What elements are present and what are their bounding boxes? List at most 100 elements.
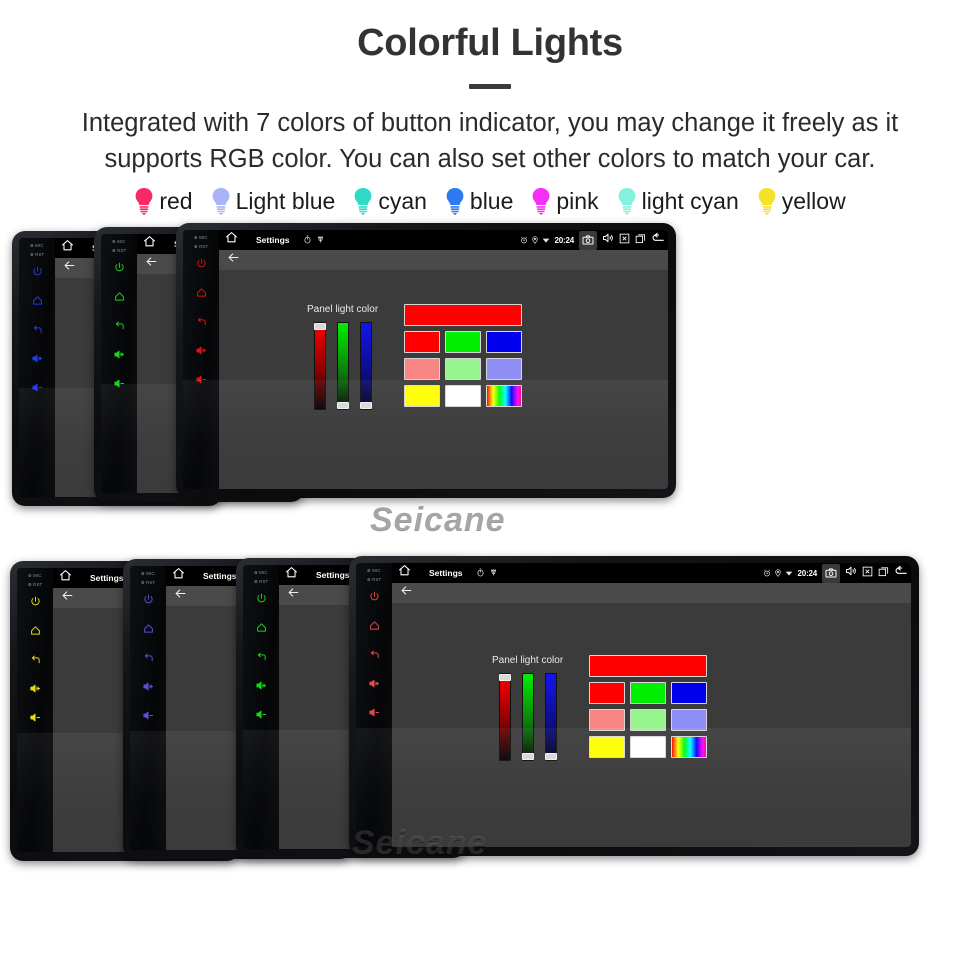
subbar-back-button[interactable] xyxy=(400,584,413,602)
rail-button-home-icon[interactable] xyxy=(143,621,154,639)
rail-button-power-icon[interactable] xyxy=(369,589,380,607)
color-swatch-1-0[interactable] xyxy=(404,358,441,381)
volume-down-icon[interactable] xyxy=(31,382,43,393)
close-box-icon[interactable] xyxy=(862,566,873,577)
back-arrow-icon[interactable] xyxy=(400,584,413,597)
volume-up-icon[interactable] xyxy=(368,678,380,689)
rail-button-volume-up-icon[interactable] xyxy=(113,347,125,365)
color-swatch-0-0[interactable] xyxy=(589,682,626,705)
volume-up-icon[interactable] xyxy=(31,353,43,364)
subbar-back-button[interactable] xyxy=(174,587,187,605)
statusbar-home-icon[interactable] xyxy=(59,569,72,587)
color-swatch-1-1[interactable] xyxy=(630,709,667,732)
back-icon[interactable] xyxy=(30,654,41,665)
rail-button-back-icon[interactable] xyxy=(256,649,267,667)
home-icon[interactable] xyxy=(59,569,72,582)
touch-screen[interactable]: Settings 20:24 xyxy=(392,563,911,848)
color-swatch-2-2[interactable] xyxy=(486,385,523,408)
blue-slider[interactable] xyxy=(544,673,557,762)
volume-up-icon[interactable] xyxy=(195,345,207,356)
blue-slider[interactable] xyxy=(359,322,372,411)
color-swatch-0-2[interactable] xyxy=(671,682,708,705)
statusbar-home-icon[interactable] xyxy=(225,231,238,249)
red-slider[interactable] xyxy=(313,322,326,411)
back-arrow-icon[interactable] xyxy=(651,231,665,245)
home-icon[interactable] xyxy=(256,622,267,633)
back-arrow-icon[interactable] xyxy=(61,589,74,602)
statusbar-camera-button[interactable] xyxy=(579,230,597,250)
statusbar-home-icon[interactable] xyxy=(285,566,298,584)
statusbar-close-button[interactable] xyxy=(619,231,630,249)
home-icon[interactable] xyxy=(285,566,298,579)
subbar-back-button[interactable] xyxy=(287,586,300,604)
recent-apps-icon[interactable] xyxy=(878,566,889,577)
color-swatch-1-0[interactable] xyxy=(589,709,626,732)
subbar-back-button[interactable] xyxy=(227,251,240,269)
red-slider-knob[interactable] xyxy=(313,323,326,331)
power-icon[interactable] xyxy=(114,262,125,273)
color-swatch-0-1[interactable] xyxy=(630,682,667,705)
back-icon[interactable] xyxy=(143,652,154,663)
rail-button-volume-down-icon[interactable] xyxy=(195,372,207,390)
power-icon[interactable] xyxy=(369,591,380,602)
back-arrow-icon[interactable] xyxy=(174,587,187,600)
home-icon[interactable] xyxy=(196,287,207,298)
rail-button-volume-up-icon[interactable] xyxy=(195,343,207,361)
rail-button-home-icon[interactable] xyxy=(30,623,41,641)
rail-button-volume-down-icon[interactable] xyxy=(255,707,267,725)
rail-button-back-icon[interactable] xyxy=(30,652,41,670)
close-box-icon[interactable] xyxy=(619,233,630,244)
color-swatch-2-1[interactable] xyxy=(630,736,667,759)
volume-down-icon[interactable] xyxy=(255,709,267,720)
red-slider-knob[interactable] xyxy=(498,674,511,682)
rail-button-home-icon[interactable] xyxy=(32,293,43,311)
statusbar-close-button[interactable] xyxy=(862,564,873,582)
statusbar-home-icon[interactable] xyxy=(61,239,74,257)
statusbar-recents-button[interactable] xyxy=(878,564,889,582)
subbar-back-button[interactable] xyxy=(61,589,74,607)
color-swatch-2-2[interactable] xyxy=(671,736,708,759)
color-swatch-0-2[interactable] xyxy=(486,331,523,354)
camera-icon[interactable] xyxy=(825,567,837,579)
statusbar-home-icon[interactable] xyxy=(143,235,156,253)
rail-button-volume-up-icon[interactable] xyxy=(142,679,154,697)
rail-button-volume-up-icon[interactable] xyxy=(368,676,380,694)
back-icon[interactable] xyxy=(369,649,380,660)
statusbar-back-button[interactable] xyxy=(894,564,908,583)
rail-button-power-icon[interactable] xyxy=(30,594,41,612)
home-icon[interactable] xyxy=(172,567,185,580)
statusbar-home-icon[interactable] xyxy=(172,567,185,585)
green-slider[interactable] xyxy=(521,673,534,762)
color-swatch-1-1[interactable] xyxy=(445,358,482,381)
back-icon[interactable] xyxy=(114,320,125,331)
statusbar-camera-button[interactable] xyxy=(822,563,840,583)
statusbar-back-button[interactable] xyxy=(651,231,665,250)
home-icon[interactable] xyxy=(32,295,43,306)
touch-screen[interactable]: Settings 20:24 xyxy=(219,230,668,490)
color-swatch-2-0[interactable] xyxy=(589,736,626,759)
volume-up-icon[interactable] xyxy=(113,349,125,360)
rail-button-volume-down-icon[interactable] xyxy=(368,705,380,723)
green-slider-knob[interactable] xyxy=(336,402,349,410)
statusbar-volume-button[interactable] xyxy=(602,231,614,249)
red-slider[interactable] xyxy=(498,673,511,762)
subbar-back-button[interactable] xyxy=(145,255,158,273)
power-icon[interactable] xyxy=(256,593,267,604)
back-icon[interactable] xyxy=(32,324,43,335)
statusbar-home-icon[interactable] xyxy=(398,564,411,582)
volume-up-icon[interactable] xyxy=(142,681,154,692)
back-arrow-icon[interactable] xyxy=(227,251,240,264)
rail-button-back-icon[interactable] xyxy=(32,322,43,340)
home-icon[interactable] xyxy=(369,620,380,631)
volume-down-icon[interactable] xyxy=(368,707,380,718)
back-arrow-icon[interactable] xyxy=(63,259,76,272)
rail-button-back-icon[interactable] xyxy=(369,647,380,665)
blue-slider-knob[interactable] xyxy=(359,402,372,410)
color-swatch-2-0[interactable] xyxy=(404,385,441,408)
home-icon[interactable] xyxy=(225,231,238,244)
rail-button-home-icon[interactable] xyxy=(114,289,125,307)
rail-button-power-icon[interactable] xyxy=(114,260,125,278)
camera-icon[interactable] xyxy=(582,234,594,246)
rail-button-back-icon[interactable] xyxy=(143,650,154,668)
color-swatch-2-1[interactable] xyxy=(445,385,482,408)
